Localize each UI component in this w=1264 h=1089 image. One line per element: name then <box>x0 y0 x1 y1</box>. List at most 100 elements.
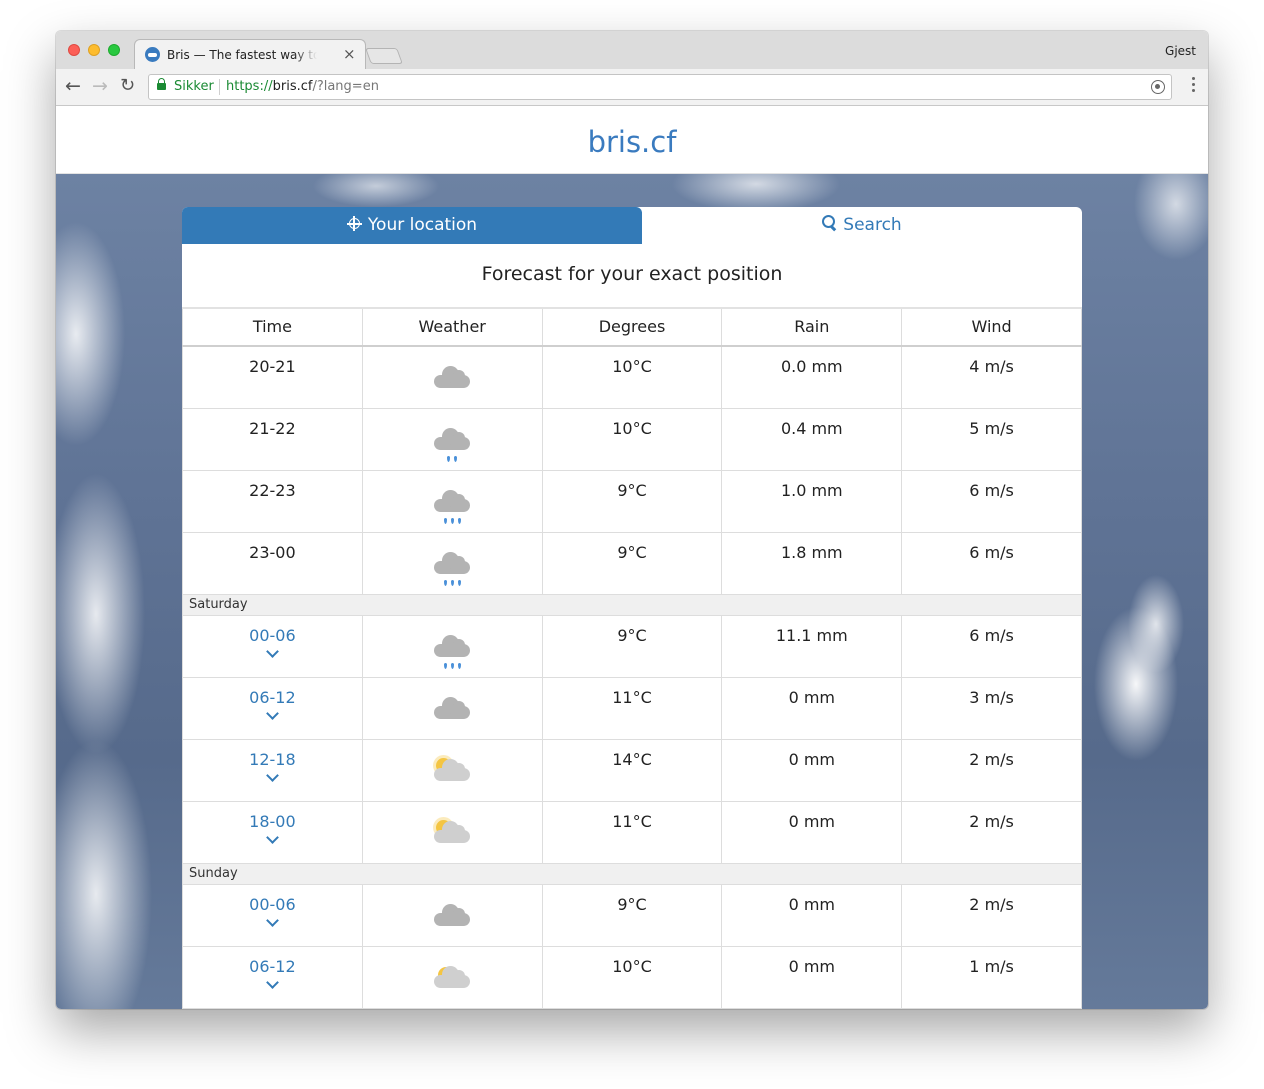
browser-tab-active[interactable]: Bris — The fastest way to check the weat… <box>134 39 366 69</box>
wind-cell: 3 m/s <box>901 676 1082 740</box>
partly-sunny-icon <box>432 816 472 856</box>
weather-cell <box>361 738 543 802</box>
time-cell: 22-23 <box>182 469 363 533</box>
degrees-cell: 11°C <box>541 676 723 740</box>
degrees-cell: 9°C <box>541 883 723 947</box>
time-link[interactable]: 06-12 <box>183 957 362 976</box>
wind-cell: 5 m/s <box>901 407 1082 471</box>
wind-text: 6 m/s <box>969 625 1014 645</box>
rain-cell: 0.4 mm <box>721 407 903 471</box>
wind-cell: 6 m/s <box>901 614 1082 678</box>
degrees-cell: 9°C <box>541 531 723 595</box>
degrees-text: 14°C <box>612 749 652 769</box>
time-link[interactable]: 12-18 <box>183 750 362 769</box>
wind-cell: 6 m/s <box>901 469 1082 533</box>
degrees-text: 11°C <box>612 811 652 831</box>
rain-cell: 0 mm <box>721 800 903 864</box>
kebab-menu-icon[interactable] <box>1192 77 1195 94</box>
tab-search[interactable]: Search <box>642 207 1082 244</box>
reload-button[interactable]: ↻ <box>120 75 135 97</box>
brand-link[interactable]: bris.cf <box>588 125 677 159</box>
time-link[interactable]: 18-00 <box>183 812 362 831</box>
column-header-wind: Wind <box>901 307 1082 347</box>
degrees-cell: 10°C <box>541 345 723 409</box>
browser-toolbar: ← → ↻ Sikker https://bris.cf/?lang=en <box>56 69 1208 106</box>
time-cell[interactable]: 00-06 <box>182 614 363 678</box>
weather-cell <box>361 800 543 864</box>
time-cell[interactable]: 06-12 <box>182 676 363 740</box>
chevron-down-icon[interactable] <box>266 975 279 989</box>
table-row[interactable]: 00-06 9°C 0 mm 2 m/s <box>182 883 1082 947</box>
forecast-table: Time Weather Degrees Rain Wind 20-21 10°C… <box>182 307 1082 1009</box>
chevron-down-icon[interactable] <box>266 706 279 720</box>
wind-cell: 2 m/s <box>901 800 1082 864</box>
time-cell[interactable]: 06-12 <box>182 945 363 1009</box>
rain-cell: 0 mm <box>721 676 903 740</box>
degrees-text: 9°C <box>617 480 647 500</box>
degrees-cell: 9°C <box>541 469 723 533</box>
sky-background: Your location Search Forecast for your e… <box>56 174 1208 1009</box>
rain-text: 0 mm <box>788 749 835 769</box>
lock-icon <box>157 78 166 90</box>
tab-close-button[interactable]: × <box>343 45 356 63</box>
site-header: bris.cf <box>56 107 1208 174</box>
degrees-text: 10°C <box>612 357 652 376</box>
partly-sunny-icon <box>432 754 472 794</box>
tab-your-location[interactable]: Your location <box>182 207 642 244</box>
table-row[interactable]: 00-06 9°C 11.1 mm 6 m/s <box>182 614 1082 678</box>
weather-cell <box>361 945 543 1009</box>
partly-cloudy-icon <box>432 961 472 1001</box>
new-tab-button[interactable] <box>365 48 403 64</box>
tab-search-label: Search <box>843 215 902 235</box>
chevron-down-icon[interactable] <box>266 644 279 658</box>
time-cell: 23-00 <box>182 531 363 595</box>
degrees-cell: 11°C <box>541 800 723 864</box>
table-row[interactable]: 06-12 10°C 0 mm 1 m/s <box>182 945 1082 1009</box>
time-link[interactable]: 06-12 <box>183 688 362 707</box>
search-icon <box>822 215 838 231</box>
degrees-text: 10°C <box>612 956 652 976</box>
time-cell[interactable]: 18-00 <box>182 800 363 864</box>
wind-text: 6 m/s <box>969 480 1014 500</box>
profile-label[interactable]: Gjest <box>1165 44 1196 58</box>
time-link[interactable]: 00-06 <box>183 895 362 914</box>
url-text[interactable]: https://bris.cf/?lang=en <box>226 79 379 94</box>
time-link[interactable]: 00-06 <box>183 626 362 645</box>
time-cell[interactable]: 12-18 <box>182 738 363 802</box>
chevron-down-icon[interactable] <box>266 830 279 844</box>
table-row[interactable]: 18-00 11°C 0 mm 2 m/s <box>182 800 1082 864</box>
close-window-button[interactable] <box>68 44 80 56</box>
secure-label[interactable]: Sikker <box>174 79 214 94</box>
weather-cell <box>361 614 543 678</box>
table-row[interactable]: 06-12 11°C 0 mm 3 m/s <box>182 676 1082 740</box>
location-icon[interactable] <box>1151 80 1165 94</box>
chevron-down-icon[interactable] <box>266 913 279 927</box>
rain-icon <box>432 547 472 587</box>
rain-cell: 11.1 mm <box>721 614 903 678</box>
time-cell: 21-22 <box>182 407 363 471</box>
address-bar[interactable]: Sikker https://bris.cf/?lang=en <box>148 74 1172 100</box>
back-button[interactable]: ← <box>65 75 81 97</box>
wind-cell: 2 m/s <box>901 738 1082 802</box>
chevron-down-icon[interactable] <box>266 768 279 782</box>
weather-cell <box>361 531 543 595</box>
column-header-rain: Rain <box>721 307 903 347</box>
degrees-text: 9°C <box>617 625 647 645</box>
rain-text: 0.0 mm <box>780 357 843 376</box>
tab-strip: Bris — The fastest way to check the weat… <box>56 31 1208 69</box>
minimize-window-button[interactable] <box>88 44 100 56</box>
rain-cell: 1.8 mm <box>721 531 903 595</box>
weather-cell <box>361 345 543 409</box>
weather-cell <box>361 407 543 471</box>
zoom-window-button[interactable] <box>108 44 120 56</box>
table-row[interactable]: 12-18 14°C 0 mm 2 m/s <box>182 738 1082 802</box>
weather-cell <box>361 883 543 947</box>
degrees-text: 10°C <box>612 418 652 438</box>
wind-cell: 2 m/s <box>901 883 1082 947</box>
forward-button[interactable]: → <box>92 75 108 97</box>
wind-text: 6 m/s <box>969 542 1014 562</box>
degrees-text: 9°C <box>617 542 647 562</box>
degrees-cell: 10°C <box>541 407 723 471</box>
time-cell[interactable]: 00-06 <box>182 883 363 947</box>
table-row: 23-00 9°C 1.8 mm 6 m/s <box>182 531 1082 595</box>
